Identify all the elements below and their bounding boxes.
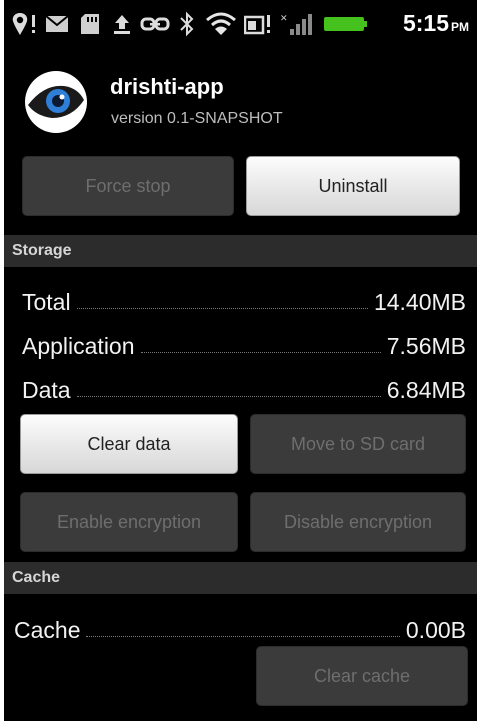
clock-ampm: PM: [451, 20, 469, 34]
row-label: Application: [22, 333, 135, 359]
move-to-sd-card-button[interactable]: Move to SD card: [250, 414, 466, 474]
clear-data-button[interactable]: Clear data: [20, 414, 238, 474]
uninstall-button[interactable]: Uninstall: [246, 156, 460, 216]
clock: 5:15 PM: [403, 10, 469, 37]
row-value: 6.84MB: [386, 377, 466, 403]
battery-icon: [324, 11, 368, 37]
cache-section-header: Cache: [4, 562, 477, 594]
wifi-icon: [204, 11, 238, 37]
sd-card-icon: [78, 11, 102, 37]
row-label: Total: [22, 289, 71, 315]
enable-encryption-button[interactable]: Enable encryption: [20, 492, 238, 552]
dotted-leader: [76, 308, 368, 309]
app-version: version 0.1-SNAPSHOT: [111, 110, 283, 127]
row-value: 7.56MB: [386, 333, 466, 359]
row-label: Data: [22, 377, 71, 403]
bluetooth-icon: [176, 11, 198, 37]
app-name: drishti-app: [110, 74, 224, 99]
link-icon: [140, 11, 170, 37]
storage-row-data: Data 6.84MB: [22, 370, 466, 404]
storage-section-header: Storage: [4, 235, 477, 267]
upload-icon: [110, 11, 134, 37]
email-icon: [44, 11, 70, 37]
svg-text:✕: ✕: [280, 14, 288, 24]
disable-encryption-button[interactable]: Disable encryption: [250, 492, 466, 552]
clear-cache-button[interactable]: Clear cache: [256, 646, 468, 706]
eye-icon: [24, 70, 88, 134]
app-info-screen: ✕ 5:15 PM drishti-app version 0.1-SNAPSH…: [4, 0, 477, 721]
dotted-leader: [140, 352, 381, 353]
force-stop-button[interactable]: Force stop: [22, 156, 234, 216]
dotted-leader: [86, 636, 400, 637]
clock-time: 5:15: [402, 10, 449, 36]
location-alert-icon: [10, 11, 40, 37]
status-bar: ✕ 5:15 PM: [4, 0, 477, 52]
row-label: Cache: [14, 617, 81, 643]
signal-icon: ✕: [280, 11, 314, 37]
row-value: 0.00B: [405, 617, 466, 643]
storage-row-application: Application 7.56MB: [22, 326, 466, 360]
cache-row: Cache 0.00B: [14, 610, 466, 644]
battery-alert-icon: [244, 11, 274, 37]
row-value: 14.40MB: [373, 289, 466, 315]
storage-row-total: Total 14.40MB: [22, 282, 466, 316]
dotted-leader: [76, 396, 381, 397]
